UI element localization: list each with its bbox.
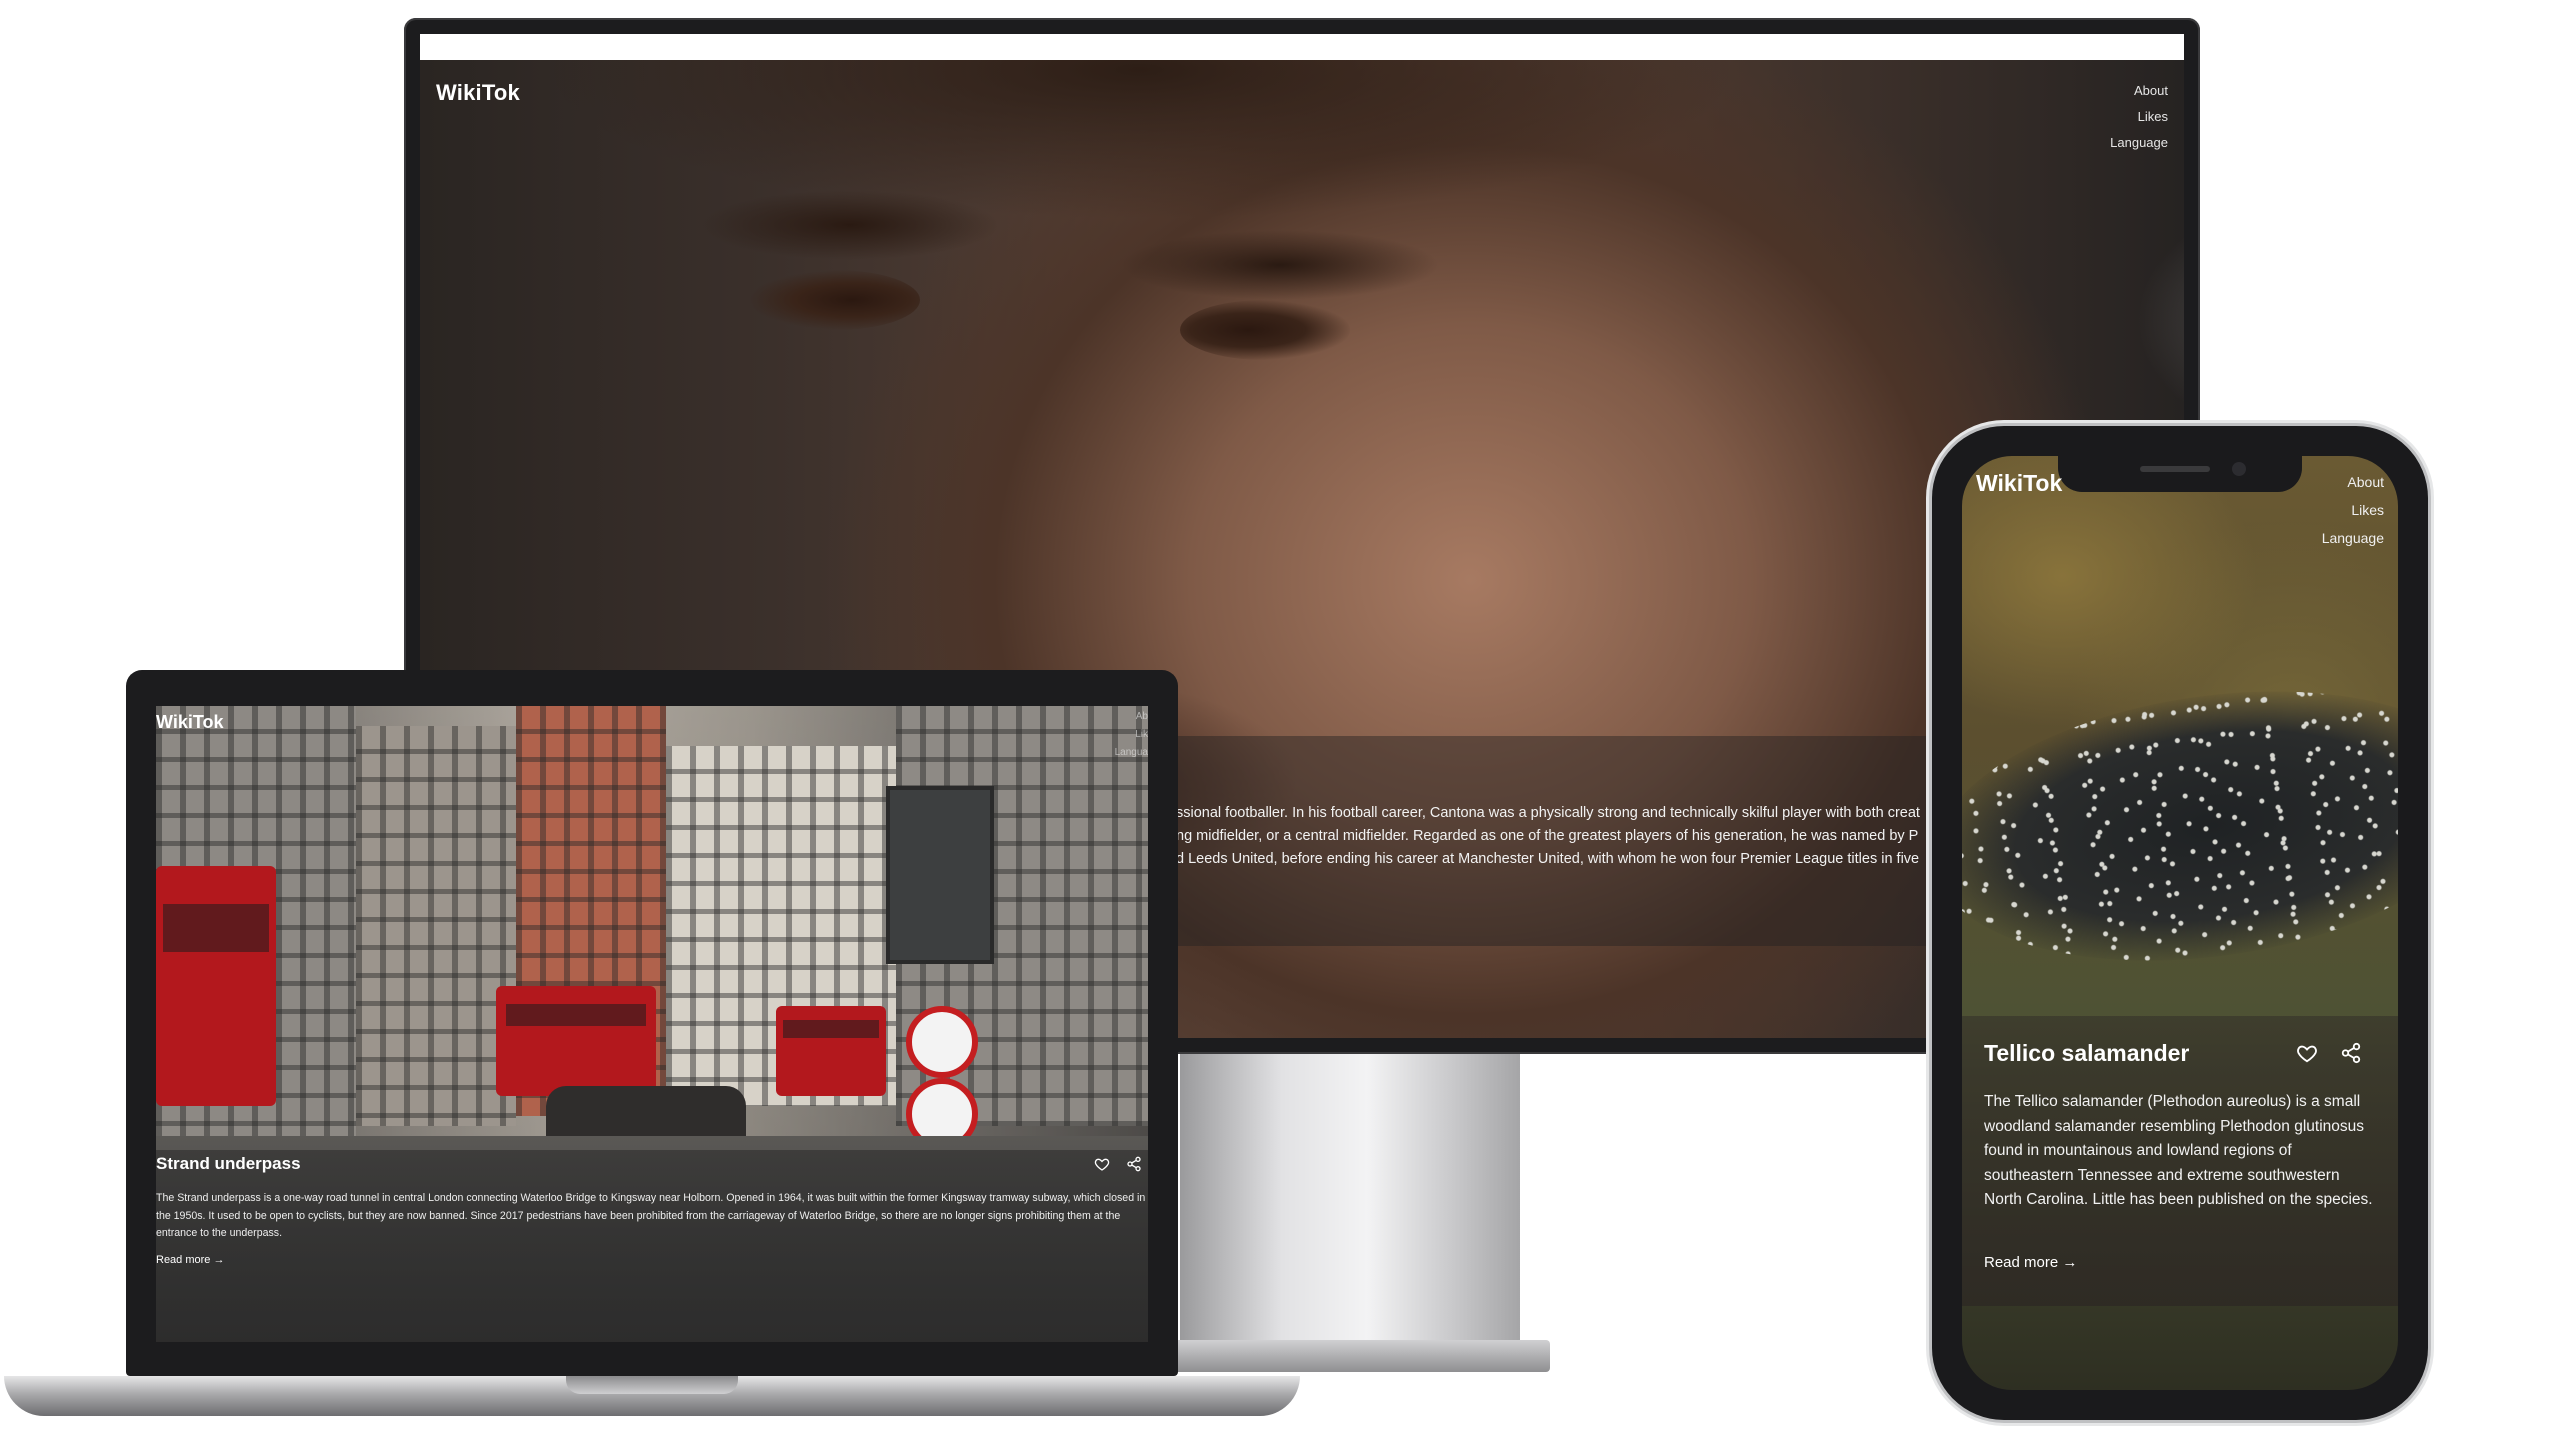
- share-icon[interactable]: [2340, 1042, 2362, 1064]
- article-title: Tellico salamander: [1984, 1040, 2190, 1066]
- salamander-image: [1962, 658, 2398, 994]
- bus: [496, 986, 656, 1096]
- image-shade: [750, 270, 920, 330]
- bus: [156, 866, 276, 1106]
- nav-about[interactable]: About: [2110, 78, 2168, 104]
- heart-icon[interactable]: [2296, 1042, 2318, 1064]
- phone-notch: [2058, 456, 2302, 492]
- nav-likes[interactable]: Likes: [2280, 496, 2384, 524]
- phone-camera: [2232, 462, 2246, 476]
- top-nav: About Likes Language: [2280, 468, 2384, 552]
- bus: [776, 1006, 886, 1096]
- article-actions: [2296, 1042, 2362, 1064]
- traffic-signal: [886, 786, 994, 964]
- monitor-stand-base: [1150, 1340, 1550, 1372]
- app-logo[interactable]: WikiTok: [1976, 470, 2062, 497]
- nav-about[interactable]: Ab: [1115, 708, 1148, 726]
- article-description: The Strand underpass is a one-way road t…: [156, 1192, 1146, 1239]
- top-nav: Ab Lik Langua: [1115, 708, 1148, 762]
- phone-speaker: [2140, 466, 2210, 472]
- read-more-link[interactable]: Read more →: [1984, 1254, 2077, 1271]
- heart-icon[interactable]: [1094, 1156, 1110, 1172]
- image-shade: [1120, 230, 1440, 300]
- share-icon[interactable]: [1126, 1156, 1142, 1172]
- top-nav: About Likes Language: [2110, 78, 2168, 156]
- app-logo[interactable]: WikiTok: [436, 80, 520, 106]
- article-title: Strand underpass: [156, 1154, 301, 1173]
- nav-language[interactable]: Langua: [1115, 744, 1148, 762]
- nav-language[interactable]: Language: [2110, 130, 2168, 156]
- laptop-screen: WikiTok Ab Lik Langua Strand underpass T…: [156, 706, 1148, 1342]
- no-pedestrians-sign: [906, 1006, 978, 1078]
- app-logo[interactable]: WikiTok: [156, 712, 224, 733]
- nav-likes[interactable]: Lik: [1115, 726, 1148, 744]
- nav-about[interactable]: About: [2280, 468, 2384, 496]
- nav-likes[interactable]: Likes: [2110, 104, 2168, 130]
- article-description: The Tellico salamander (Plethodon aureol…: [1984, 1093, 2373, 1208]
- laptop-base-notch: [566, 1376, 738, 1394]
- monitor-stand: [1180, 1054, 1520, 1354]
- read-more-link[interactable]: Read more →: [156, 1254, 224, 1266]
- image-shade: [1180, 300, 1350, 360]
- building: [356, 726, 516, 1126]
- image-shade: [700, 190, 1000, 260]
- article-overlay: [156, 1150, 1148, 1342]
- nav-language[interactable]: Language: [2280, 524, 2384, 552]
- article-actions: [1094, 1156, 1142, 1172]
